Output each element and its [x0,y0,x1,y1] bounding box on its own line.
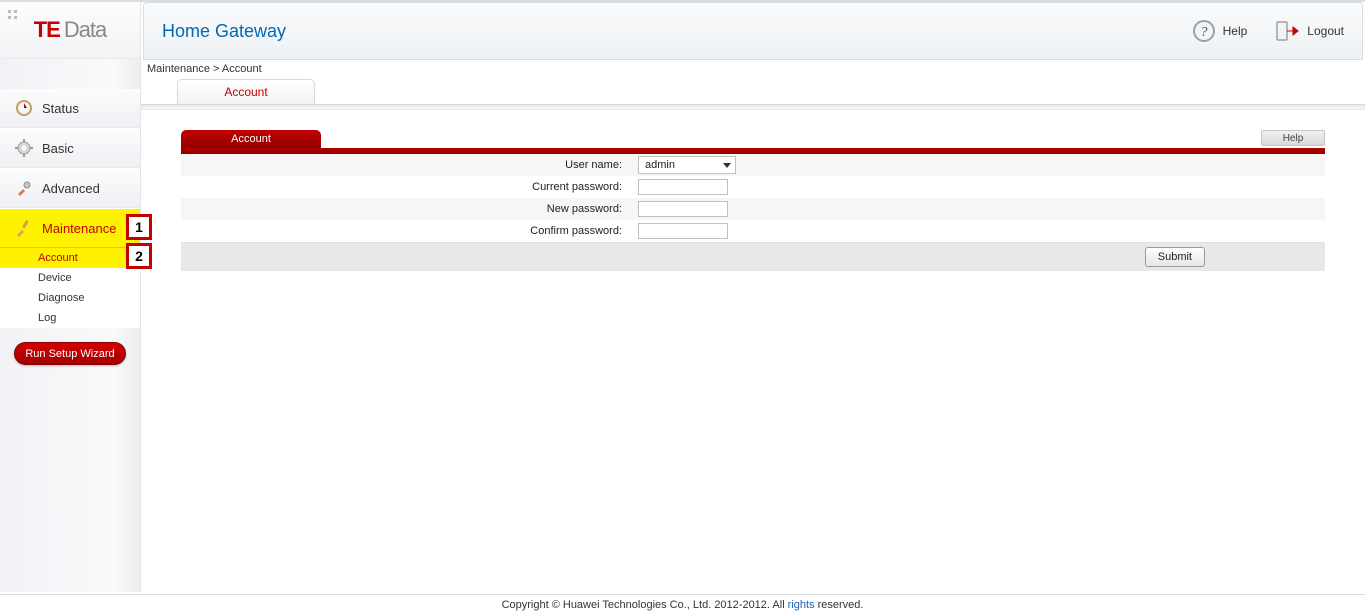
sidebar-item-label: Status [42,101,79,116]
footer-rights-link[interactable]: rights [788,599,815,611]
sidebar-sub-label: Device [38,272,72,284]
submit-row: Submit [181,242,1325,271]
sidebar-item-label: Maintenance [42,221,116,236]
submit-button[interactable]: Submit [1145,247,1205,267]
footer: Copyright © Huawei Technologies Co., Ltd… [0,594,1365,615]
header-logout-label: Logout [1307,24,1344,38]
sidebar-item-status[interactable]: Status [0,89,140,128]
panel-tab-account[interactable]: Account [181,130,321,148]
panel-help-label: Help [1283,133,1304,144]
username-label: User name: [181,154,632,176]
new-password-input[interactable] [638,201,728,217]
new-password-label: New password: [181,198,632,220]
header-help-label: Help [1223,24,1248,38]
help-icon: ? [1191,18,1217,44]
panel-tab-label: Account [231,133,271,145]
account-form: User name: admin Current password: [181,154,1325,242]
current-password-input[interactable] [638,179,728,195]
maintenance-icon [12,216,36,240]
status-icon [12,96,36,120]
tab-label: Account [224,85,267,99]
chevron-down-icon [723,163,731,168]
sidebar-sub-account[interactable]: Account [0,248,140,268]
sidebar-sub-label: Log [38,312,56,324]
username-select[interactable]: admin [638,156,736,174]
run-setup-wizard-button[interactable]: Run Setup Wizard [14,342,125,365]
brand-logo: TE Data [0,2,140,59]
header: Home Gateway ? Help Logout [143,2,1363,60]
sidebar-item-maintenance[interactable]: Maintenance [0,208,140,248]
sidebar-item-advanced[interactable]: Advanced [0,168,140,208]
username-value: admin [645,159,675,171]
sidebar-subnav: Account Device Diagnose Log [0,248,140,328]
confirm-password-input[interactable] [638,223,728,239]
main: Home Gateway ? Help Logout Maintenance >… [141,2,1365,592]
content: Account Help User name: admin [141,110,1365,271]
brand-dots-icon [8,10,17,19]
sidebar-nav: Status Basic Advanced [0,59,140,328]
sidebar: TE Data Status Basic [0,2,141,592]
sidebar-sub-log[interactable]: Log [0,308,140,328]
gear-icon [12,136,36,160]
breadcrumb: Maintenance > Account [141,60,1365,75]
confirm-password-label: Confirm password: [181,220,632,242]
sidebar-item-label: Basic [42,141,74,156]
page-tabstrip: Account [177,78,1365,104]
current-password-label: Current password: [181,176,632,198]
sidebar-sub-label: Account [38,252,78,264]
footer-prefix: Copyright © Huawei Technologies Co., Ltd… [502,599,785,611]
panel-help-button[interactable]: Help [1261,130,1325,146]
page-title: Home Gateway [162,21,286,42]
header-logout-button[interactable]: Logout [1275,18,1344,44]
callout-1: 1 [126,214,152,240]
sidebar-item-basic[interactable]: Basic [0,128,140,168]
sidebar-sub-device[interactable]: Device [0,268,140,288]
sidebar-item-label: Advanced [42,181,100,196]
account-panel: Account Help User name: admin [181,128,1325,271]
brand-data: Data [64,17,106,43]
footer-suffix: reserved. [818,599,864,611]
svg-text:?: ? [1200,25,1207,40]
header-help-button[interactable]: ? Help [1191,18,1248,44]
sidebar-sub-label: Diagnose [38,292,84,304]
brand-te: TE [34,17,60,43]
tab-account[interactable]: Account [177,79,315,104]
sidebar-sub-diagnose[interactable]: Diagnose [0,288,140,308]
callout-2: 2 [126,243,152,269]
logout-icon [1275,18,1301,44]
tools-icon [12,176,36,200]
